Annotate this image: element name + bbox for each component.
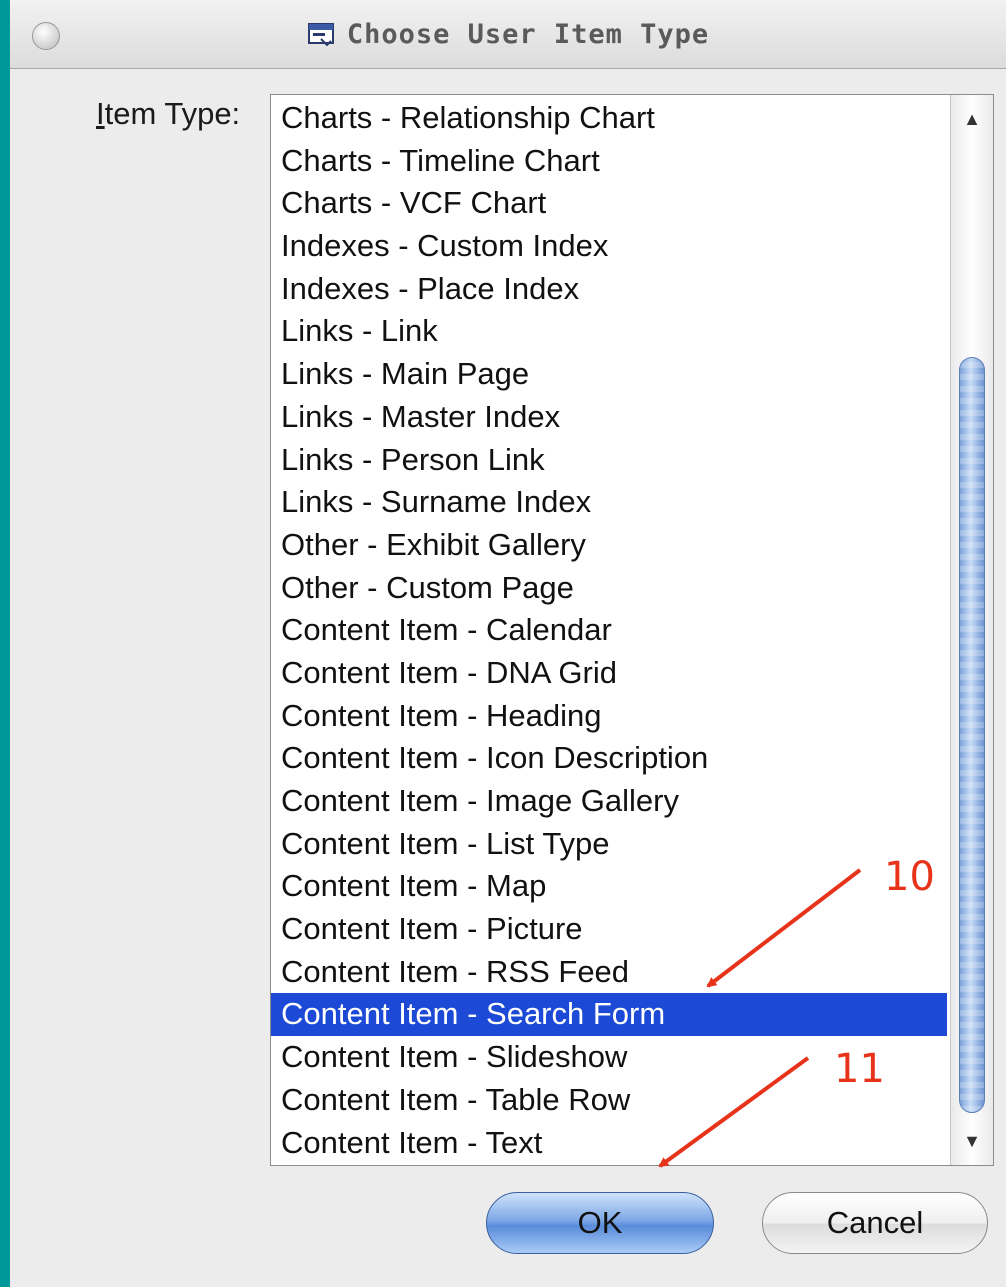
item-type-label-text: tem Type: xyxy=(104,96,241,131)
list-item[interactable]: Content Item - Icon Description xyxy=(271,737,947,780)
list-item[interactable]: Other - Custom Page xyxy=(271,567,947,610)
cancel-button[interactable]: Cancel xyxy=(762,1192,988,1254)
list-item[interactable]: Content Item - Search Form xyxy=(271,993,947,1037)
list-item[interactable]: Content Item - Text xyxy=(271,1122,947,1165)
list-item[interactable]: Content Item - Calendar xyxy=(271,609,947,652)
dialog-title: Choose User Item Type xyxy=(346,18,710,50)
list-item[interactable]: Links - Surname Index xyxy=(271,481,947,524)
scroll-up-arrow-icon[interactable]: ▲ xyxy=(951,99,993,139)
item-type-list-rows: Charts - Relationship Chart Charts - Time… xyxy=(271,97,947,1164)
ok-button[interactable]: OK xyxy=(486,1192,714,1254)
list-item[interactable]: Links - Master Index xyxy=(271,396,947,439)
item-type-label: Item Type: xyxy=(96,96,240,132)
scrollbar-thumb[interactable] xyxy=(959,357,985,1113)
dialog-window-icon xyxy=(307,23,334,47)
item-type-list[interactable]: Charts - Relationship Chart Charts - Time… xyxy=(270,94,994,1166)
list-item[interactable]: Charts - Relationship Chart xyxy=(271,97,947,140)
list-item[interactable]: Charts - Timeline Chart xyxy=(271,140,947,183)
scroll-down-arrow-icon[interactable]: ▼ xyxy=(951,1121,993,1161)
title-container: Choose User Item Type xyxy=(10,0,1006,68)
title-bar[interactable]: Choose User Item Type xyxy=(10,0,1006,69)
list-item[interactable]: Content Item - Image Gallery xyxy=(271,780,947,823)
list-item[interactable]: Charts - VCF Chart xyxy=(271,182,947,225)
list-item[interactable]: Content Item - Table Row xyxy=(271,1079,947,1122)
list-item[interactable]: Links - Link xyxy=(271,310,947,353)
list-item[interactable]: Indexes - Custom Index xyxy=(271,225,947,268)
list-item[interactable]: Content Item - RSS Feed xyxy=(271,951,947,994)
list-item[interactable]: Content Item - Heading xyxy=(271,695,947,738)
list-item[interactable]: Links - Main Page xyxy=(271,353,947,396)
list-item[interactable]: Content Item - DNA Grid xyxy=(271,652,947,695)
list-item[interactable]: Content Item - Picture xyxy=(271,908,947,951)
list-item[interactable]: Content Item - Slideshow xyxy=(271,1036,947,1079)
list-item[interactable]: Content Item - List Type xyxy=(271,823,947,866)
list-item[interactable]: Content Item - Map xyxy=(271,865,947,908)
list-scrollbar[interactable]: ▲ ▼ xyxy=(950,95,993,1165)
list-item[interactable]: Links - Person Link xyxy=(271,439,947,482)
choose-user-item-type-dialog: Choose User Item Type Item Type: Charts … xyxy=(10,0,1006,1287)
item-type-label-mnemonic: I xyxy=(96,96,105,131)
list-item[interactable]: Indexes - Place Index xyxy=(271,268,947,311)
list-item[interactable]: Other - Exhibit Gallery xyxy=(271,524,947,567)
